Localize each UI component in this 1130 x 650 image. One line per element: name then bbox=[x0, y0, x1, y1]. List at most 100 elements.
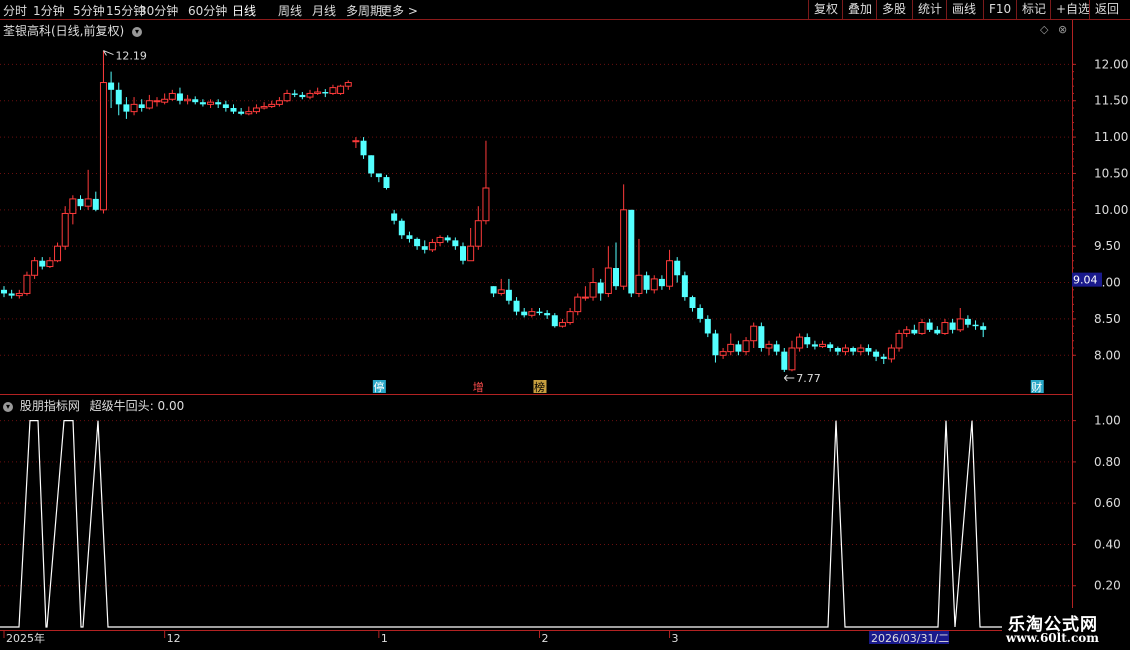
candle-body-down bbox=[949, 322, 956, 330]
candle-body-up bbox=[436, 236, 444, 244]
indicator-tick-label: 0.60 bbox=[1094, 496, 1121, 510]
candle-body-down bbox=[834, 348, 841, 352]
candle-body-up bbox=[750, 325, 758, 342]
candle-body-up bbox=[857, 347, 865, 353]
candle-body-down bbox=[92, 198, 99, 210]
candle-body-down bbox=[873, 351, 880, 357]
candle-body-up bbox=[467, 245, 475, 262]
candle-body-up bbox=[283, 92, 291, 102]
current-price-label: 9.04 bbox=[1073, 274, 1098, 287]
candle-body-up bbox=[727, 343, 735, 353]
candle-body-up bbox=[497, 289, 505, 294]
candle-body-up bbox=[956, 318, 964, 331]
candle-body-down bbox=[199, 102, 206, 105]
candle-body-down bbox=[972, 324, 979, 327]
candle-body-down bbox=[406, 235, 413, 239]
candle-body-up bbox=[566, 311, 574, 324]
candle-body-down bbox=[827, 344, 834, 348]
candle-body-down bbox=[299, 94, 306, 98]
candle-body-up bbox=[620, 209, 628, 287]
candle-body-down bbox=[391, 213, 398, 221]
candle-body-up bbox=[765, 343, 773, 349]
candle-body-up bbox=[344, 82, 352, 87]
candle-body-up bbox=[581, 296, 589, 299]
candle-body-down bbox=[643, 275, 650, 290]
candle-body-down bbox=[735, 344, 742, 352]
indicator-tick-label: 0.80 bbox=[1094, 455, 1121, 469]
candle-body-down bbox=[704, 318, 711, 334]
date-label-5: 2026/03/31/二 bbox=[871, 632, 949, 645]
price-tick-label: 10.50 bbox=[1094, 166, 1128, 180]
candle-body-up bbox=[482, 187, 490, 222]
candle-body-down bbox=[322, 92, 329, 94]
candle-body-down bbox=[811, 344, 818, 347]
candle-body-down bbox=[375, 173, 382, 178]
date-label-3: 2 bbox=[542, 632, 549, 645]
candle-body-down bbox=[115, 89, 122, 105]
indicator-value: 0.00 bbox=[157, 399, 185, 413]
candle-body-down bbox=[712, 333, 719, 356]
candle-body-up bbox=[84, 198, 92, 207]
low-price-label: 7.77 bbox=[796, 372, 821, 385]
candle-body-down bbox=[544, 313, 551, 316]
candle-body-up bbox=[574, 296, 582, 313]
candle-body-up bbox=[941, 322, 949, 334]
candle-body-up bbox=[903, 329, 911, 334]
candle-body-up bbox=[474, 220, 482, 247]
candle-body-down bbox=[681, 275, 688, 298]
candle-body-up bbox=[46, 260, 54, 268]
indicator-source: 股朋指标网 bbox=[19, 399, 80, 413]
settings-circle-icon[interactable]: ▾ bbox=[132, 26, 143, 37]
close-circle-icon[interactable]: ⊗ bbox=[1058, 23, 1067, 36]
candle-body-up bbox=[153, 100, 161, 103]
candle-body-up bbox=[207, 101, 215, 105]
price-tick-label: 11.00 bbox=[1094, 130, 1128, 144]
candle-body-up bbox=[887, 347, 895, 360]
candle-body-up bbox=[666, 260, 674, 287]
event-marker-1: 增 bbox=[473, 380, 484, 394]
price-tick-label: 8.50 bbox=[1094, 312, 1121, 326]
candle-body-up bbox=[275, 100, 283, 105]
candle-body-down bbox=[536, 311, 543, 314]
candle-body-up bbox=[268, 103, 276, 108]
candle-body-down bbox=[291, 93, 298, 95]
panel-corner-icons: ◇ ⊗ bbox=[1040, 23, 1067, 36]
candle-body-up bbox=[314, 91, 322, 94]
diamond-icon[interactable]: ◇ bbox=[1040, 23, 1048, 36]
high-price-label: 12.19 bbox=[115, 50, 147, 63]
candle-body-up bbox=[54, 245, 62, 262]
date-label-0: 2025年 bbox=[6, 631, 45, 645]
candle-body-up bbox=[61, 212, 69, 247]
price-tick-label: 10.00 bbox=[1094, 203, 1128, 217]
candle-body-up bbox=[604, 267, 612, 294]
event-marker-3: 财 bbox=[1031, 380, 1042, 394]
candle-body-up bbox=[918, 322, 926, 334]
candle-body-down bbox=[77, 198, 84, 207]
candle-body-up bbox=[306, 92, 314, 98]
low-arrow-icon bbox=[783, 374, 795, 382]
candle-body-down bbox=[781, 351, 788, 370]
candle-body-up bbox=[168, 92, 176, 100]
candle-body-down bbox=[804, 337, 811, 345]
candle-body-up bbox=[337, 85, 345, 94]
price-tick-label: 12.00 bbox=[1094, 57, 1128, 71]
candle-body-up bbox=[145, 100, 153, 109]
candle-body-down bbox=[414, 238, 421, 247]
candle-body-down bbox=[758, 326, 765, 348]
candle-body-up bbox=[161, 98, 169, 103]
collapse-circle-icon[interactable]: ▾ bbox=[3, 401, 13, 412]
candle-body-down bbox=[123, 104, 130, 112]
candle-body-down bbox=[368, 155, 375, 174]
main-panel-title: 荃银高科(日线,前复权) ▾ bbox=[3, 22, 145, 39]
candle-body-up bbox=[895, 332, 903, 349]
candle-body-up bbox=[528, 311, 536, 316]
candle-body-up bbox=[589, 282, 597, 298]
candle-body-up bbox=[329, 87, 337, 94]
candle-body-down bbox=[230, 108, 237, 112]
candle-body-up bbox=[635, 274, 643, 294]
candle-body-up bbox=[184, 98, 192, 102]
candle-body-down bbox=[658, 278, 665, 287]
candle-body-up bbox=[788, 347, 796, 371]
candle-body-down bbox=[926, 322, 933, 330]
candle-body-down bbox=[597, 282, 604, 294]
